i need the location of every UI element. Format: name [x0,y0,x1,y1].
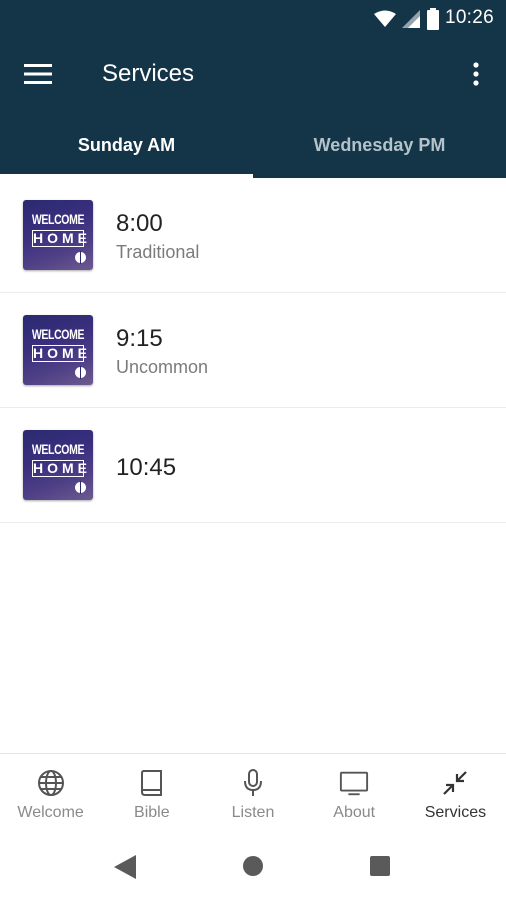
status-bar: 10:26 [0,0,506,36]
tab-wednesday-pm[interactable]: Wednesday PM [253,112,506,178]
monitor-icon [339,768,369,798]
service-thumbnail: WELCOME HOME [23,200,93,270]
menu-button[interactable] [22,60,54,88]
page-title: Services [102,60,195,87]
church-logo-icon [75,481,86,494]
service-time: 10:45 [116,454,177,481]
nav-label: Services [424,804,487,821]
service-time: 8:00 [116,210,163,237]
status-time: 10:26 [444,7,494,28]
system-navigation-bar [0,835,506,900]
thumbnail-text-welcome: WELCOME [31,211,85,227]
thumbnail-text-home: HOME [32,345,91,362]
service-name: Uncommon [116,357,209,377]
nav-bible[interactable]: Bible [101,754,202,835]
globe-icon [36,768,66,798]
thumbnail-text-welcome: WELCOME [31,326,85,342]
collapse-arrows-icon [440,768,470,798]
back-icon[interactable] [114,855,136,879]
tab-sunday-am[interactable]: Sunday AM [0,112,253,178]
service-tabs: Sunday AM Wednesday PM [0,112,506,178]
book-icon [137,768,167,798]
nav-label: About [333,804,376,821]
overflow-menu-button[interactable] [464,60,488,88]
service-thumbnail: WELCOME HOME [23,315,93,385]
bottom-navigation: Welcome Bible Listen About Services [0,753,506,835]
services-list: WELCOME HOME 8:00 Traditional WELCOME HO… [0,178,506,523]
service-row[interactable]: WELCOME HOME 9:15 Uncommon [0,293,506,408]
battery-icon [427,8,439,30]
nav-label: Welcome [17,804,84,821]
app-bar: 10:26 Services Sunday AM Wednesday PM [0,0,506,178]
cell-signal-icon [402,10,420,28]
service-row[interactable]: WELCOME HOME 8:00 Traditional [0,178,506,293]
church-logo-icon [75,251,86,264]
status-icons [374,8,440,30]
nav-services[interactable]: Services [405,754,506,835]
nav-welcome[interactable]: Welcome [0,754,101,835]
service-row[interactable]: WELCOME HOME 10:45 [0,408,506,523]
home-icon[interactable] [243,856,263,876]
hamburger-menu-icon [24,64,52,84]
wifi-icon [374,10,396,27]
service-time: 9:15 [116,325,163,352]
toolbar: Services [0,36,506,112]
nav-label: Bible [134,804,170,821]
thumbnail-text-home: HOME [32,460,91,477]
nav-label: Listen [231,804,275,821]
recent-apps-icon[interactable] [370,856,390,876]
service-thumbnail: WELCOME HOME [23,430,93,500]
nav-about[interactable]: About [304,754,405,835]
service-name: Traditional [116,242,200,262]
nav-listen[interactable]: Listen [202,754,303,835]
more-vertical-icon [473,62,479,86]
microphone-icon [238,768,268,798]
thumbnail-text-welcome: WELCOME [31,441,85,457]
church-logo-icon [75,366,86,379]
thumbnail-text-home: HOME [32,230,91,247]
